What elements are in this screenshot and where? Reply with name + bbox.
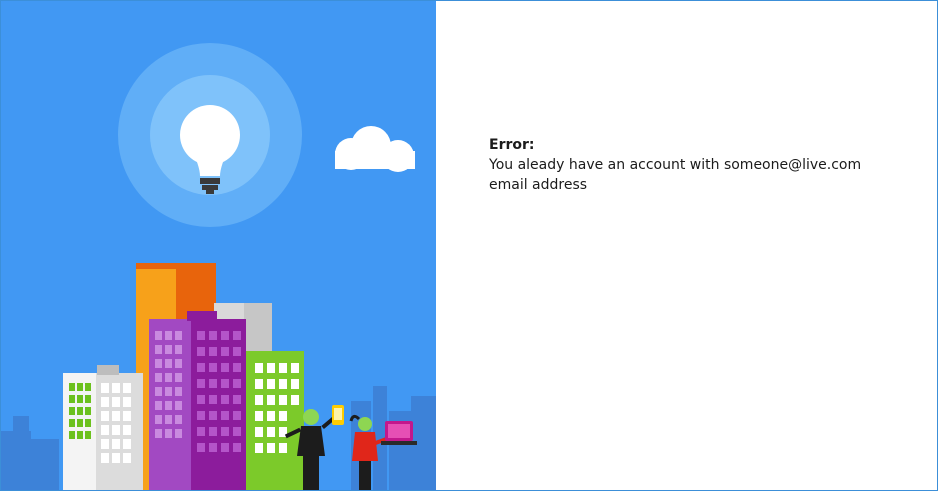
illustration-art: [1, 43, 436, 490]
dialog-window: Error: You aleady have an account with s…: [0, 0, 938, 491]
illustration-panel: [1, 1, 436, 490]
error-message: You aleady have an account with someone@…: [489, 157, 862, 193]
lightbulb-icon: [118, 43, 302, 227]
error-panel: Error: You aleady have an account with s…: [489, 135, 889, 195]
city-buildings: [63, 263, 304, 490]
cloud-icon: [335, 126, 415, 172]
error-title: Error:: [489, 137, 535, 153]
